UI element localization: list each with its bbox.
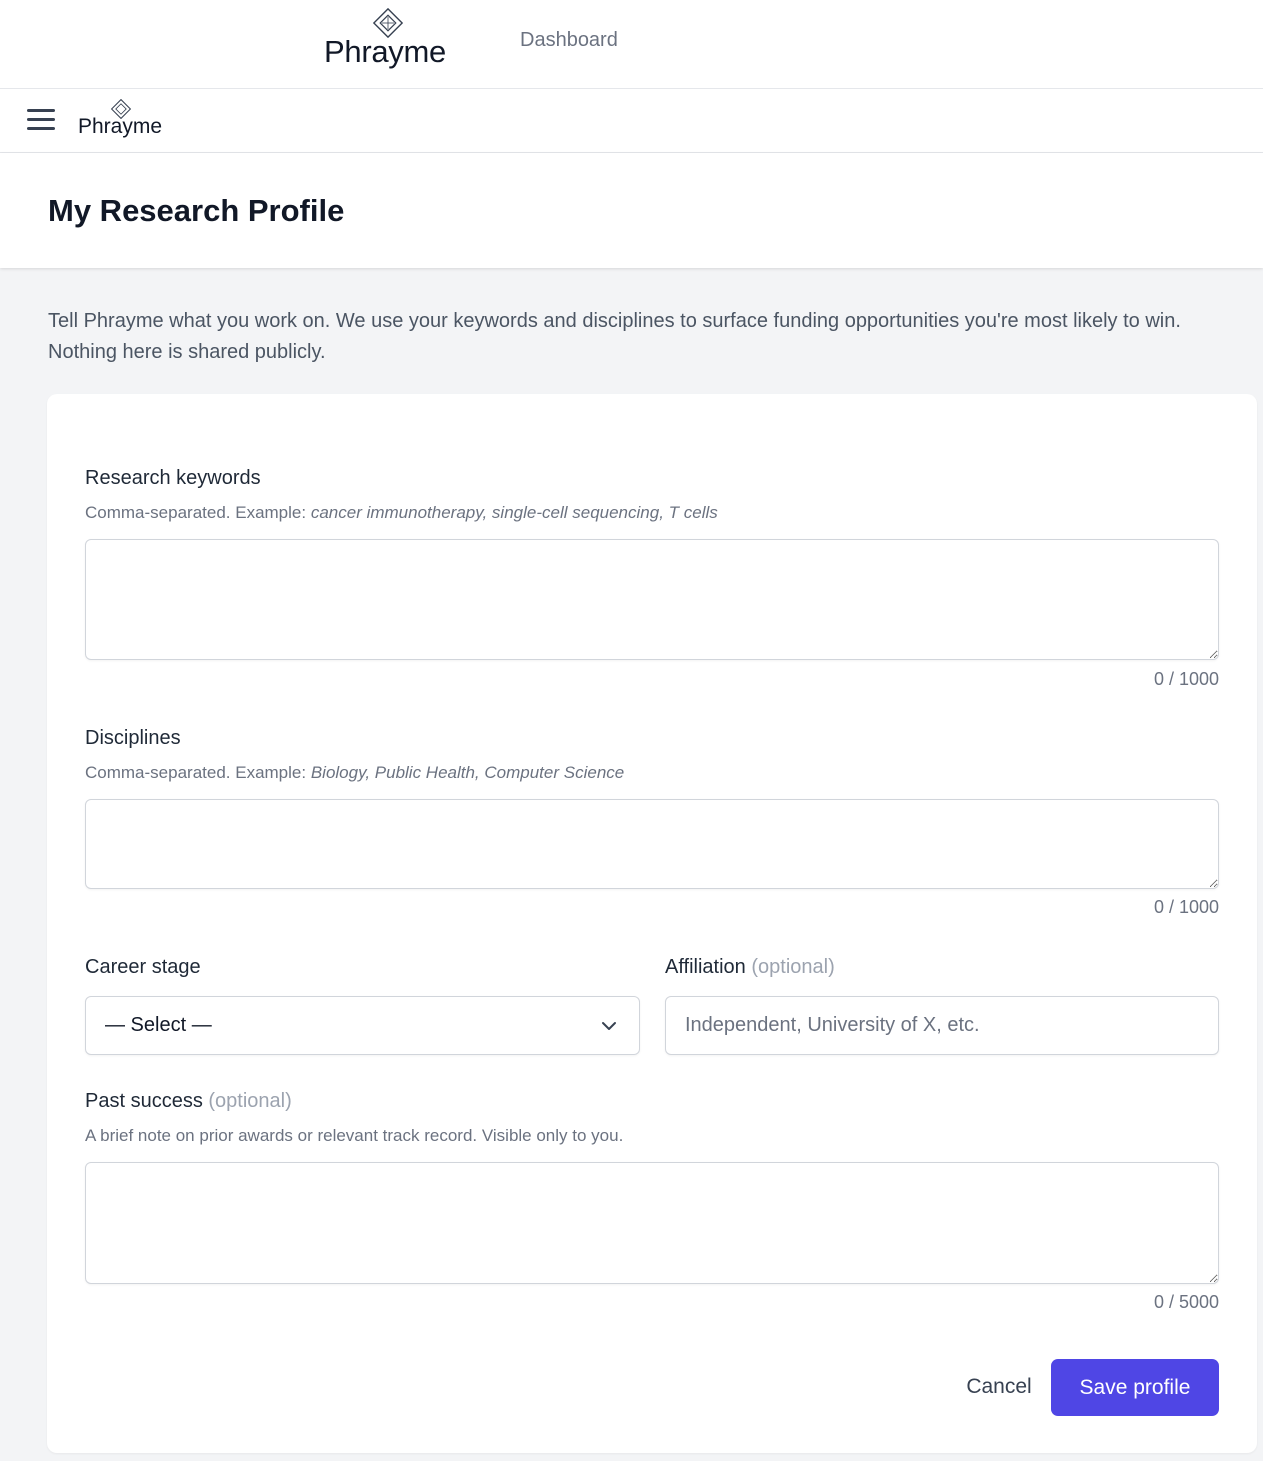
- save-profile-button[interactable]: Save profile: [1051, 1359, 1219, 1416]
- disciplines-textarea[interactable]: [85, 799, 1219, 889]
- affiliation-input[interactable]: [665, 996, 1219, 1055]
- page-title: My Research Profile: [48, 193, 345, 228]
- page-intro: Tell Phrayme what you work on. We use yo…: [48, 310, 1181, 363]
- past-success-hint: A brief note on prior awards or relevant…: [85, 1126, 624, 1145]
- page-header: My Research Profile: [0, 153, 1263, 268]
- hamburger-menu-icon[interactable]: [24, 105, 58, 135]
- affiliation-label: Affiliation (optional): [665, 953, 835, 981]
- top-navigation: Phrayme Dashboard: [0, 0, 1263, 89]
- past-success-optional-tag: (optional): [208, 1090, 292, 1112]
- keywords-hint-example: cancer immunotherapy, single-cell sequen…: [310, 503, 718, 522]
- keywords-hint-prefix: Comma-separated. Example:: [85, 503, 311, 522]
- research-profile-form: Research keywords Comma-separated. Examp…: [47, 394, 1257, 1453]
- keywords-label: Research keywords: [85, 467, 261, 489]
- disciplines-hint-prefix: Comma-separated. Example:: [85, 763, 311, 782]
- keywords-textarea[interactable]: [85, 539, 1219, 660]
- chevron-down-icon: [602, 1022, 616, 1030]
- cancel-button[interactable]: Cancel: [951, 1359, 1047, 1415]
- mobile-header: Phrayme: [0, 89, 1263, 153]
- past-success-char-counter: 0 / 5000: [1153, 1292, 1219, 1312]
- disciplines-char-counter: 0 / 1000: [1153, 897, 1219, 917]
- disciplines-label: Disciplines: [85, 727, 181, 749]
- brand-name-small: Phrayme: [78, 115, 163, 138]
- brand-logo-small[interactable]: Phrayme: [78, 99, 168, 143]
- past-success-label: Past success (optional): [85, 1087, 292, 1115]
- affiliation-optional-tag: (optional): [751, 956, 835, 978]
- career-stage-label: Career stage: [85, 956, 201, 978]
- affiliation-label-text: Affiliation: [665, 956, 746, 978]
- brand-name: Phrayme: [324, 34, 446, 69]
- brand-logo[interactable]: Phrayme: [324, 8, 454, 69]
- disciplines-hint-example: Biology, Public Health, Computer Science: [310, 763, 625, 782]
- keywords-char-counter: 0 / 1000: [1153, 669, 1219, 689]
- career-stage-selected-value: — Select —: [105, 1014, 212, 1036]
- dashboard-link[interactable]: Dashboard: [520, 26, 618, 54]
- past-success-textarea[interactable]: [85, 1162, 1219, 1284]
- keywords-hint: Comma-separated. Example: cancer immunot…: [85, 501, 718, 525]
- career-stage-select[interactable]: — Select —: [85, 996, 640, 1055]
- disciplines-hint: Comma-separated. Example: Biology, Publi…: [85, 761, 624, 785]
- past-success-label-text: Past success: [85, 1090, 203, 1112]
